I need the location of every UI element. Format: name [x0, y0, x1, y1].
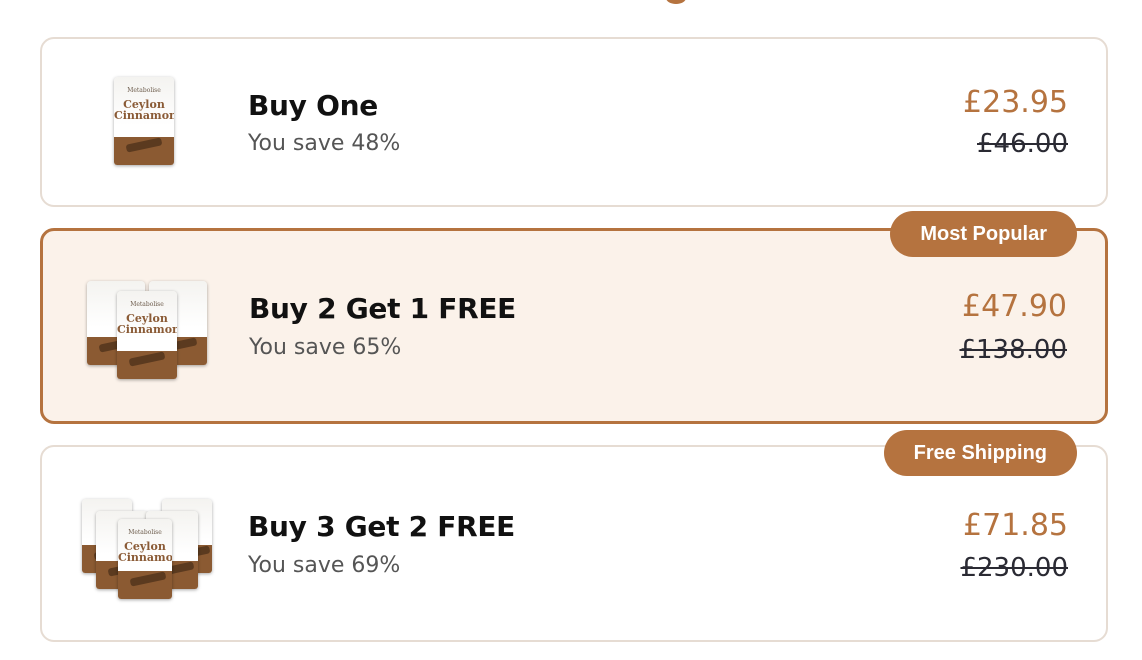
product-pouch-image: Metabolise Ceylon Cinnamon [117, 291, 177, 379]
offer-saving: You save 65% [249, 335, 402, 360]
pouch-brand: Metabolise [130, 301, 164, 308]
offer-title: Buy One [248, 89, 378, 122]
offer-old-price: £230.00 [960, 553, 1068, 583]
pouch-band [114, 137, 174, 165]
offer-price: £23.95 [963, 85, 1068, 120]
product-image: Metabolise Ceylon Cinnamon [76, 483, 216, 603]
offer-price: £47.90 [962, 289, 1067, 324]
pouch-product-name: Ceylon Cinnamon [118, 540, 172, 564]
product-image: Metabolise Ceylon Cinnamon [77, 267, 217, 387]
pouch-brand: Metabolise [128, 529, 162, 536]
offer-price: £71.85 [963, 508, 1068, 543]
product-pouch-image: Metabolise Ceylon Cinnamon [114, 77, 174, 165]
offer-card-buy-one[interactable]: Metabolise Ceylon Cinnamon Buy One You s… [40, 37, 1108, 207]
offer-saving: You save 48% [248, 131, 401, 156]
offer-card-buy-2-get-1[interactable]: Metabolise Ceylon Cinnamon Buy 2 Get 1 F… [40, 228, 1108, 424]
pouch-band [118, 571, 172, 599]
pouch-brand: Metabolise [127, 87, 161, 94]
pouch-product-name: Ceylon Cinnamon [114, 98, 174, 122]
pouch-product-name: Ceylon Cinnamon [117, 312, 177, 336]
most-popular-badge: Most Popular [890, 211, 1077, 257]
free-shipping-badge: Free Shipping [883, 430, 1077, 476]
top-accent-dot [666, 0, 686, 4]
product-image: Metabolise Ceylon Cinnamon [76, 61, 216, 181]
offer-saving: You save 69% [248, 553, 401, 578]
offer-title: Buy 2 Get 1 FREE [249, 292, 516, 325]
offer-title: Buy 3 Get 2 FREE [248, 510, 515, 543]
offer-old-price: £46.00 [977, 129, 1068, 159]
pouch-band [117, 351, 177, 379]
product-pouch-image: Metabolise Ceylon Cinnamon [118, 519, 172, 599]
offer-old-price: £138.00 [959, 335, 1067, 365]
